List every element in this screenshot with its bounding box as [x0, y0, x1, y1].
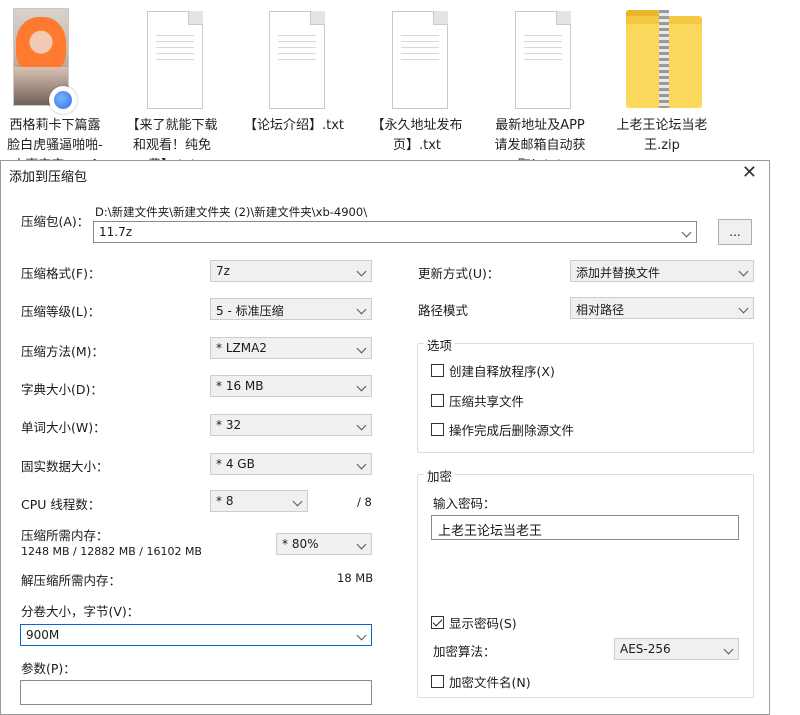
- cpu-max: / 8: [357, 495, 372, 509]
- sfx-label: 创建自释放程序(X): [449, 364, 555, 379]
- params-input[interactable]: [20, 680, 372, 705]
- delete-label: 操作完成后删除源文件: [449, 423, 575, 438]
- level-combo[interactable]: 5 - 标准压缩: [210, 298, 372, 320]
- file-label: 【论坛介绍】.txt: [243, 118, 345, 133]
- checkbox-box[interactable]: [431, 423, 444, 436]
- dict-label: 字典大小(D)：: [21, 382, 103, 397]
- options-title: 选项: [424, 335, 456, 354]
- chevron-down-icon: [723, 644, 734, 655]
- archive-name-combo[interactable]: 11.7z: [93, 221, 697, 243]
- file-label: 【来了就能下载 和观看！纯免 费】.txt: [126, 118, 218, 164]
- enc-method-combo[interactable]: AES-256: [614, 638, 739, 660]
- text-file-icon: [515, 11, 571, 109]
- mem-decomp-value: 18 MB: [337, 571, 374, 585]
- archive-name-value: 11.7z: [99, 225, 133, 239]
- encrypt-names-checkbox[interactable]: 加密文件名(N): [431, 672, 531, 691]
- player-badge-icon: [49, 86, 77, 114]
- split-label: 分卷大小，字节(V)：: [21, 604, 140, 619]
- chevron-down-icon: [356, 343, 367, 354]
- file-label: 最新地址及APP 请发邮箱自动获 取! .txt: [494, 118, 586, 164]
- level-label: 压缩等级(L)：: [21, 304, 101, 319]
- chevron-down-icon: [356, 266, 367, 277]
- format-value: 7z: [216, 264, 230, 278]
- zip-folder-icon: [626, 10, 702, 108]
- chevron-down-icon: [356, 304, 367, 315]
- show-password-label: 显示密码(S): [449, 616, 517, 631]
- encryption-title: 加密: [424, 466, 456, 485]
- chevron-down-icon: [356, 420, 367, 431]
- chevron-down-icon: [356, 539, 367, 550]
- mem-comp-detail: 1248 MB / 12882 MB / 16102 MB: [21, 545, 202, 558]
- delete-checkbox[interactable]: 操作完成后删除源文件: [431, 420, 574, 439]
- chevron-down-icon: [356, 630, 367, 641]
- params-label: 参数(P)：: [21, 661, 76, 676]
- text-file-icon: [392, 11, 448, 109]
- method-combo[interactable]: * LZMA2: [210, 337, 372, 359]
- path-label: 路径模式: [418, 303, 469, 318]
- update-label: 更新方式(U)：: [418, 266, 500, 281]
- enc-method-value: AES-256: [620, 642, 671, 656]
- cpu-label: CPU 线程数：: [21, 497, 101, 512]
- close-icon[interactable]: ✕: [742, 163, 757, 183]
- chevron-down-icon: [738, 266, 749, 277]
- method-label: 压缩方法(M)：: [21, 344, 105, 359]
- update-value: 添加并替换文件: [576, 266, 661, 280]
- method-value: * LZMA2: [216, 341, 267, 355]
- dict-value: * 16 MB: [216, 379, 264, 393]
- chevron-down-icon: [738, 303, 749, 314]
- checkbox-box-checked[interactable]: [431, 616, 444, 629]
- password-input[interactable]: 上老王论坛当老王: [431, 515, 739, 540]
- chevron-down-icon: [292, 496, 303, 507]
- word-combo[interactable]: * 32: [210, 414, 372, 436]
- file-label: 上老王论坛当老 王.zip: [616, 118, 708, 153]
- dialog-titlebar: 添加到压缩包 ✕: [1, 161, 769, 187]
- split-combo[interactable]: 900M: [20, 624, 372, 646]
- solid-value: * 4 GB: [216, 457, 255, 471]
- checkbox-box[interactable]: [431, 394, 444, 407]
- word-label: 单词大小(W)：: [21, 420, 106, 435]
- dict-combo[interactable]: * 16 MB: [210, 375, 372, 397]
- text-file-icon: [147, 11, 203, 109]
- add-to-archive-dialog: 添加到压缩包 ✕ 压缩包(A)： D:\新建文件夹\新建文件夹 (2)\新建文件…: [0, 160, 770, 715]
- path-combo[interactable]: 相对路径: [570, 297, 754, 319]
- archive-label: 压缩包(A)：: [21, 214, 90, 229]
- format-label: 压缩格式(F)：: [21, 266, 101, 281]
- chevron-down-icon: [356, 381, 367, 392]
- file-label: 西格莉卡下篇露 脸白虎骚逼啪啪- 小嘉宝宝.mp4: [7, 118, 103, 164]
- solid-label: 固实数据大小：: [21, 459, 109, 474]
- mem-comp-combo[interactable]: * 80%: [276, 533, 372, 555]
- file-label: 【永久地址发布 页】.txt: [371, 118, 463, 153]
- password-label: 输入密码：: [433, 496, 496, 511]
- level-value: 5 - 标准压缩: [216, 304, 284, 318]
- path-value: 相对路径: [576, 303, 625, 317]
- checkbox-box[interactable]: [431, 364, 444, 377]
- enc-method-label: 加密算法：: [433, 644, 496, 659]
- cpu-combo[interactable]: * 8: [210, 490, 308, 512]
- mem-comp-value: * 80%: [282, 537, 319, 551]
- format-combo[interactable]: 7z: [210, 260, 372, 282]
- sfx-checkbox[interactable]: 创建自释放程序(X): [431, 361, 555, 380]
- encrypt-names-label: 加密文件名(N): [449, 675, 531, 690]
- browse-button[interactable]: ...: [718, 219, 752, 245]
- archive-path: D:\新建文件夹\新建文件夹 (2)\新建文件夹\xb-4900\: [95, 205, 368, 219]
- shared-label: 压缩共享文件: [449, 394, 525, 409]
- update-combo[interactable]: 添加并替换文件: [570, 260, 754, 282]
- shared-checkbox[interactable]: 压缩共享文件: [431, 391, 524, 410]
- chevron-down-icon: [356, 459, 367, 470]
- password-value: 上老王论坛当老王: [438, 524, 543, 539]
- solid-combo[interactable]: * 4 GB: [210, 453, 372, 475]
- dialog-title: 添加到压缩包: [9, 170, 88, 185]
- chevron-down-icon: [681, 227, 692, 238]
- checkbox-box[interactable]: [431, 675, 444, 688]
- cpu-value: * 8: [216, 494, 234, 508]
- word-value: * 32: [216, 418, 242, 432]
- text-file-icon: [269, 11, 325, 109]
- show-password-checkbox[interactable]: 显示密码(S): [431, 613, 517, 632]
- mem-comp-label: 压缩所需内存：: [21, 528, 109, 543]
- split-value: 900M: [26, 628, 60, 642]
- mem-decomp-label: 解压缩所需内存：: [21, 573, 122, 588]
